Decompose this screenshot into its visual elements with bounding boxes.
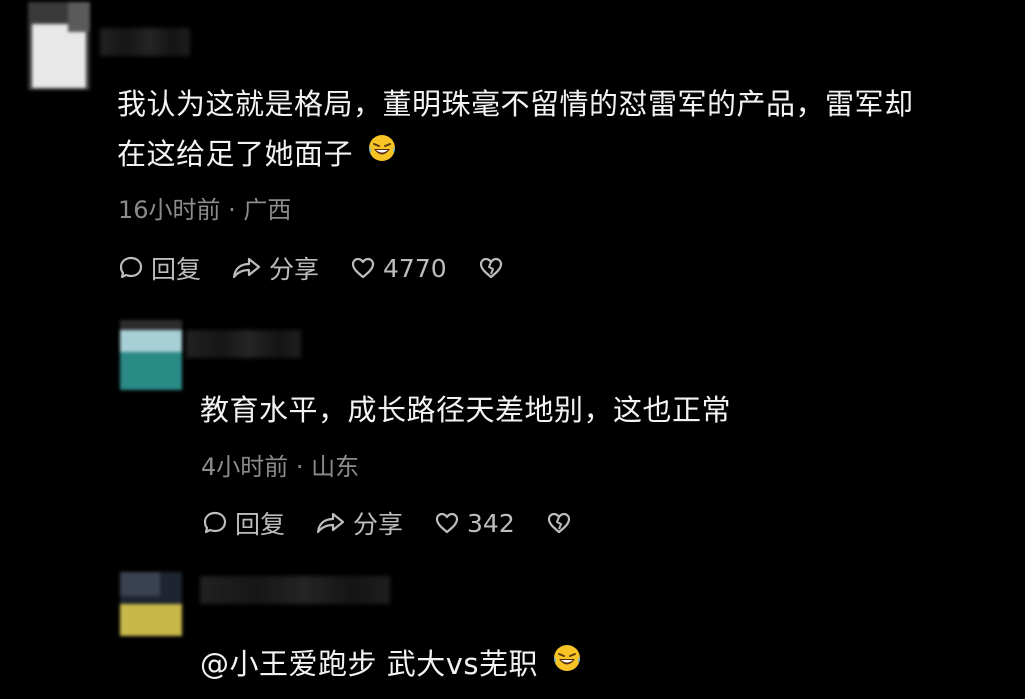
share-label: 分享: [353, 510, 404, 539]
reply-label: 回复: [151, 255, 202, 284]
comment-text: 教育水平，成长路径天差地别，这也正常: [200, 386, 731, 434]
comment-text-line2: 在这给足了她面子: [117, 137, 354, 171]
avatar[interactable]: [120, 572, 182, 636]
comment-3: @小王爱跑步 武大vs芜职: [0, 560, 1025, 699]
laughing-tears-emoji-icon: [367, 129, 397, 177]
like-button[interactable]: 4770: [349, 254, 447, 283]
laughing-tears-emoji-icon: [552, 639, 582, 687]
reply-label: 回复: [235, 510, 286, 539]
comment-text-line1: @小王爱跑步 武大vs芜职: [200, 647, 538, 681]
broken-heart-icon: [479, 257, 502, 279]
comment-bubble-icon: [119, 256, 143, 279]
comment-2: 教育水平，成长路径天差地别，这也正常 4小时前 · 山东 回复 分享 342: [0, 300, 1025, 560]
username-blurred[interactable]: [100, 28, 190, 56]
reply-button[interactable]: 回复: [117, 250, 201, 286]
heart-icon: [435, 512, 459, 534]
share-button[interactable]: 分享: [231, 250, 319, 286]
share-arrow-icon: [316, 512, 345, 534]
username-blurred[interactable]: [200, 576, 390, 604]
comment-meta: 4小时前 · 山东: [201, 453, 360, 481]
comment-meta: 16小时前 · 广西: [118, 196, 292, 224]
dislike-button[interactable]: [477, 254, 511, 282]
share-button[interactable]: 分享: [315, 505, 403, 541]
comment-actions: 回复 分享 4770: [117, 250, 541, 286]
reply-button[interactable]: 回复: [201, 505, 285, 541]
comment-text-line1: 我认为这就是格局，董明珠毫不留情的怼雷军的产品，雷军却: [117, 87, 914, 121]
share-arrow-icon: [232, 257, 261, 279]
avatar[interactable]: [120, 320, 182, 390]
username-blurred[interactable]: [186, 330, 301, 358]
broken-heart-icon: [547, 512, 570, 534]
dislike-button[interactable]: [545, 509, 579, 537]
comment-text: 在这给足了她面子: [117, 130, 397, 178]
avatar[interactable]: [28, 2, 90, 90]
comment-bubble-icon: [203, 511, 227, 534]
heart-icon: [351, 257, 375, 279]
like-count: 4770: [383, 253, 447, 283]
share-label: 分享: [269, 255, 320, 284]
comment-text: @小王爱跑步 武大vs芜职: [200, 640, 582, 688]
like-count: 342: [467, 508, 515, 538]
like-button[interactable]: 342: [433, 509, 515, 538]
comment-1: 我认为这就是格局，董明珠毫不留情的怼雷军的产品，雷军却 在这给足了她面子 16小…: [0, 0, 1025, 300]
comment-text: 我认为这就是格局，董明珠毫不留情的怼雷军的产品，雷军却: [117, 80, 914, 128]
comment-actions: 回复 分享 342: [201, 505, 609, 541]
comment-text-line1: 教育水平，成长路径天差地别，这也正常: [200, 393, 732, 427]
